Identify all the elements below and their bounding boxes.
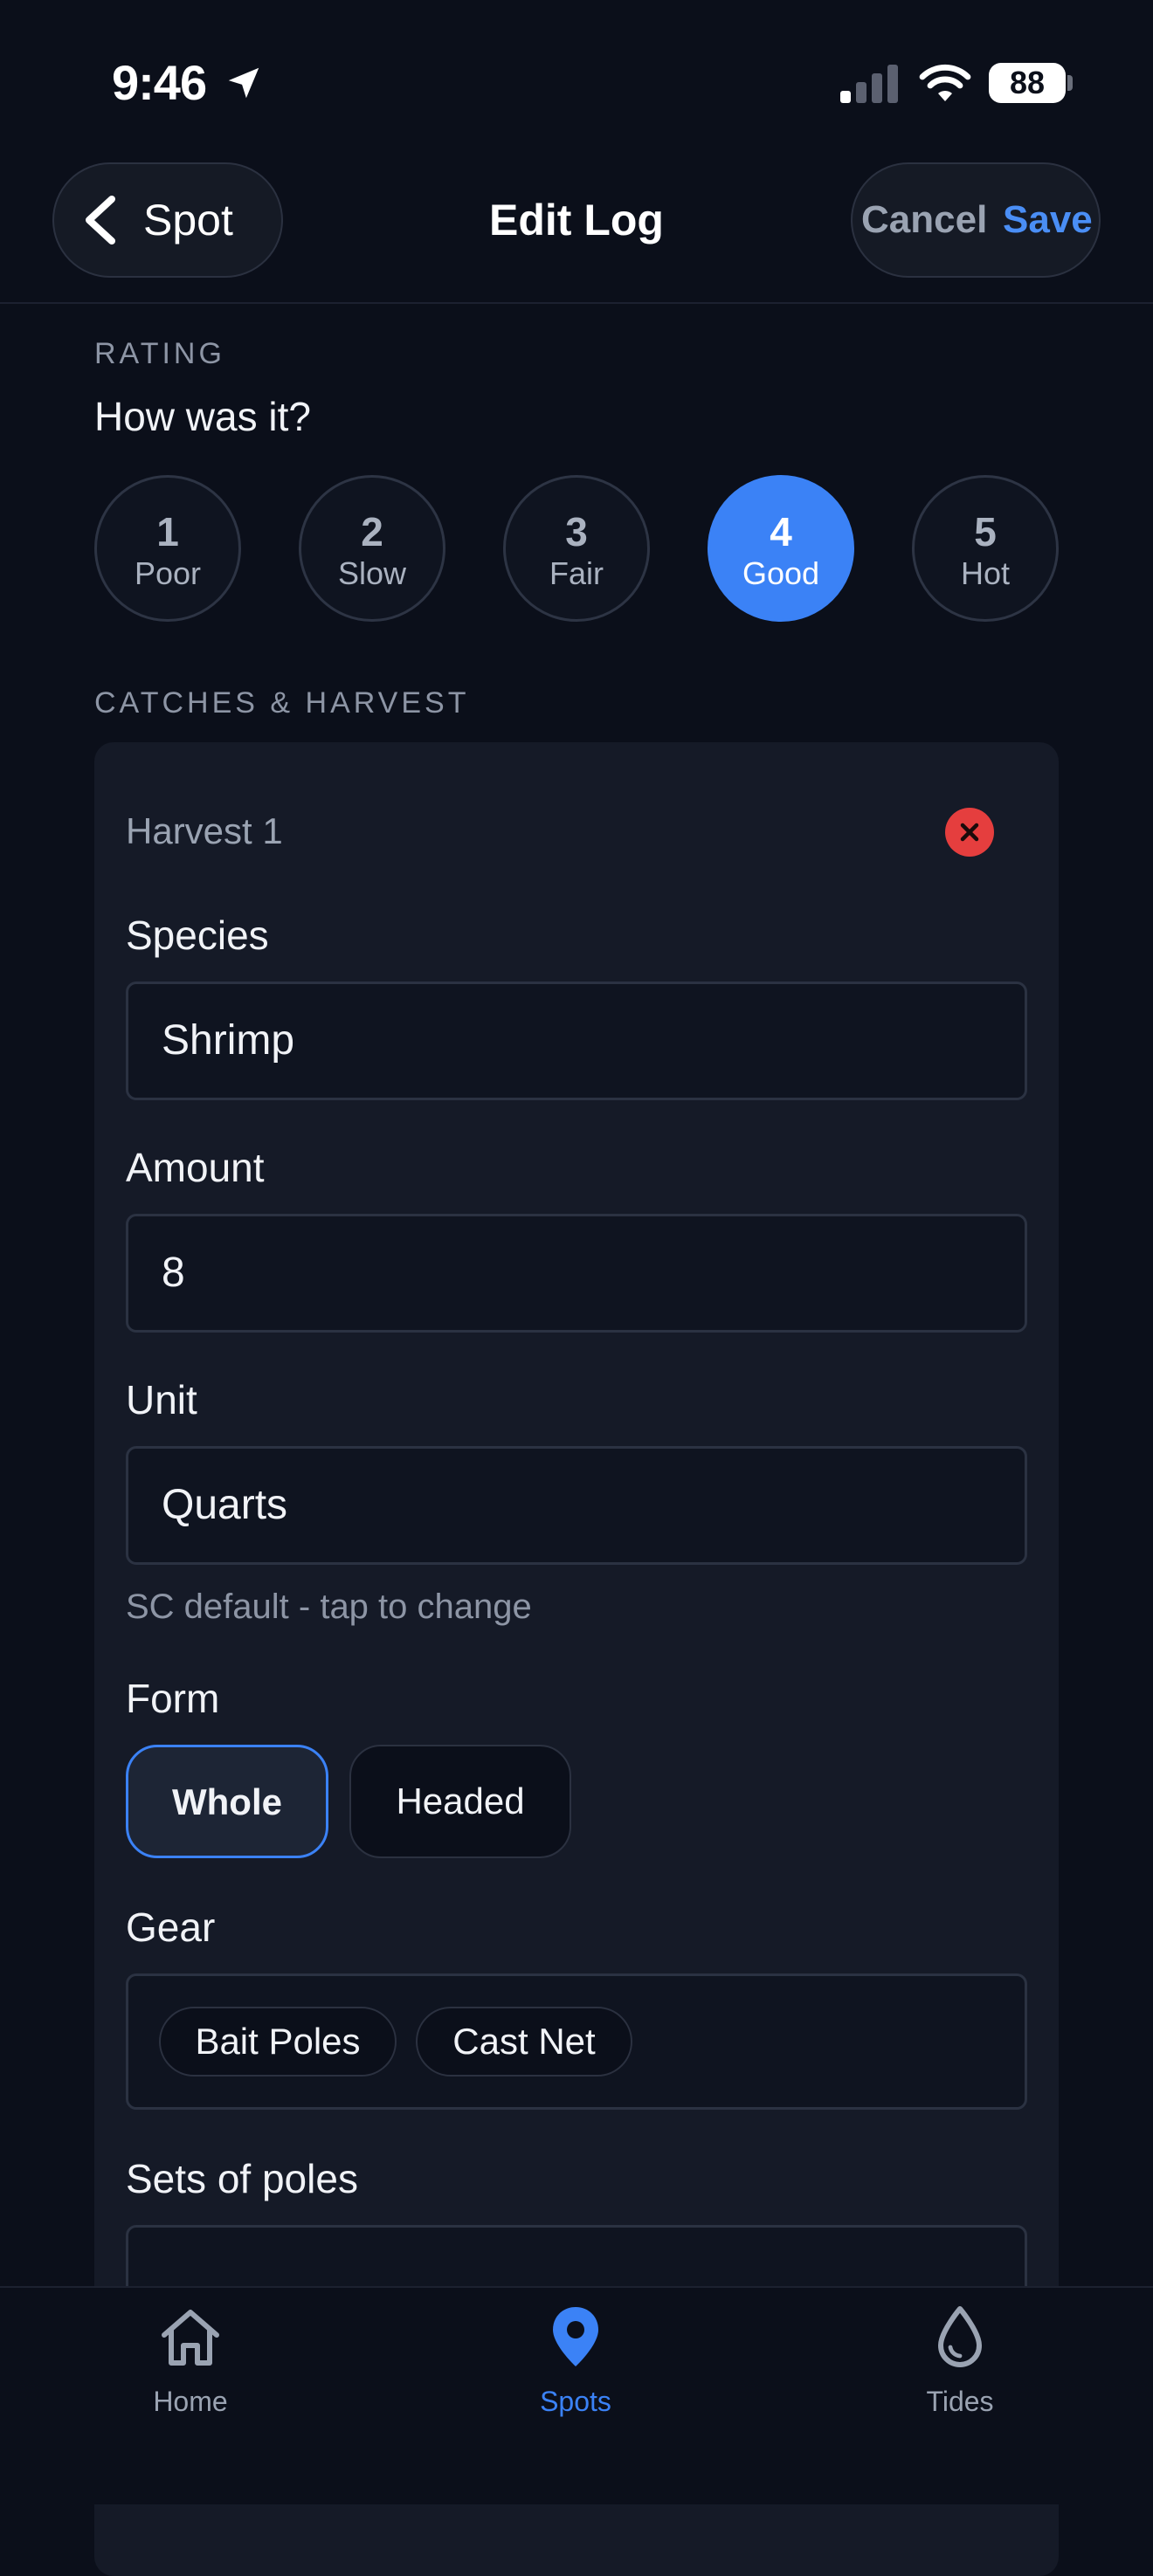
rating-word: Good <box>742 555 820 591</box>
form-option-whole[interactable]: Whole <box>126 1745 328 1858</box>
back-button-label[interactable]: Spot <box>143 194 233 246</box>
close-icon <box>960 823 979 842</box>
rating-number: 1 <box>156 509 179 554</box>
species-input[interactable]: Shrimp <box>126 981 1027 1100</box>
map-pin-icon <box>553 2307 598 2366</box>
tab-tides[interactable]: Tides <box>873 2302 1047 2424</box>
sets-of-poles-label: Sets of poles <box>126 2156 358 2201</box>
catches-section-label: CATCHES & HARVEST <box>94 686 470 720</box>
rating-number: 3 <box>565 509 588 554</box>
rating-question: How was it? <box>94 394 311 439</box>
location-arrow-icon <box>228 67 259 99</box>
rating-number: 5 <box>974 509 997 554</box>
nav-divider <box>0 302 1153 304</box>
rating-word: Poor <box>134 555 202 591</box>
rating-option-2[interactable]: 2 Slow <box>299 475 445 622</box>
rating-word: Hot <box>960 555 1011 591</box>
rating-section-label: RATING <box>94 337 225 370</box>
gear-chip-bait-poles[interactable]: Bait Poles <box>159 2007 397 2077</box>
battery-level: 88 <box>1009 65 1046 100</box>
remove-harvest-button[interactable] <box>945 808 994 857</box>
rating-option-4[interactable]: 4 Good <box>708 475 854 622</box>
wifi-icon <box>919 64 971 101</box>
cancel-button[interactable]: Cancel <box>861 194 987 246</box>
form-option-headed[interactable]: Headed <box>349 1745 571 1858</box>
cellular-signal-icon <box>840 65 898 103</box>
gear-label: Gear <box>126 1904 216 1950</box>
amount-input[interactable]: 8 <box>126 1214 1027 1333</box>
tab-spots-label: Spots <box>540 2386 611 2417</box>
gear-chip-cast-net[interactable]: Cast Net <box>416 2007 632 2077</box>
water-drop-icon <box>938 2306 982 2367</box>
unit-hint: SC default - tap to change <box>126 1588 532 1626</box>
tab-tides-label: Tides <box>926 2386 994 2417</box>
save-button[interactable]: Save <box>1003 194 1093 246</box>
status-time: 9:46 <box>112 55 207 110</box>
harvest-title: Harvest 1 <box>126 810 283 851</box>
rating-number: 2 <box>361 509 383 554</box>
form-label: Form <box>126 1676 220 1721</box>
rating-word: Slow <box>337 555 407 591</box>
tab-home[interactable]: Home <box>103 2302 278 2424</box>
amount-label: Amount <box>126 1145 265 1190</box>
unit-label: Unit <box>126 1377 197 1422</box>
species-label: Species <box>126 913 269 958</box>
home-icon <box>162 2310 219 2366</box>
rating-option-5[interactable]: 5 Hot <box>912 475 1059 622</box>
rating-number: 4 <box>770 509 792 554</box>
chevron-left-icon <box>86 196 115 245</box>
tab-spots[interactable]: Spots <box>488 2302 663 2424</box>
rating-word: Fair <box>549 555 604 591</box>
rating-option-3[interactable]: 3 Fair <box>503 475 650 622</box>
rating-option-1[interactable]: 1 Poor <box>94 475 241 622</box>
battery-icon: 88 <box>989 63 1073 103</box>
tab-home-label: Home <box>153 2386 228 2417</box>
unit-select[interactable]: Quarts <box>126 1446 1027 1565</box>
